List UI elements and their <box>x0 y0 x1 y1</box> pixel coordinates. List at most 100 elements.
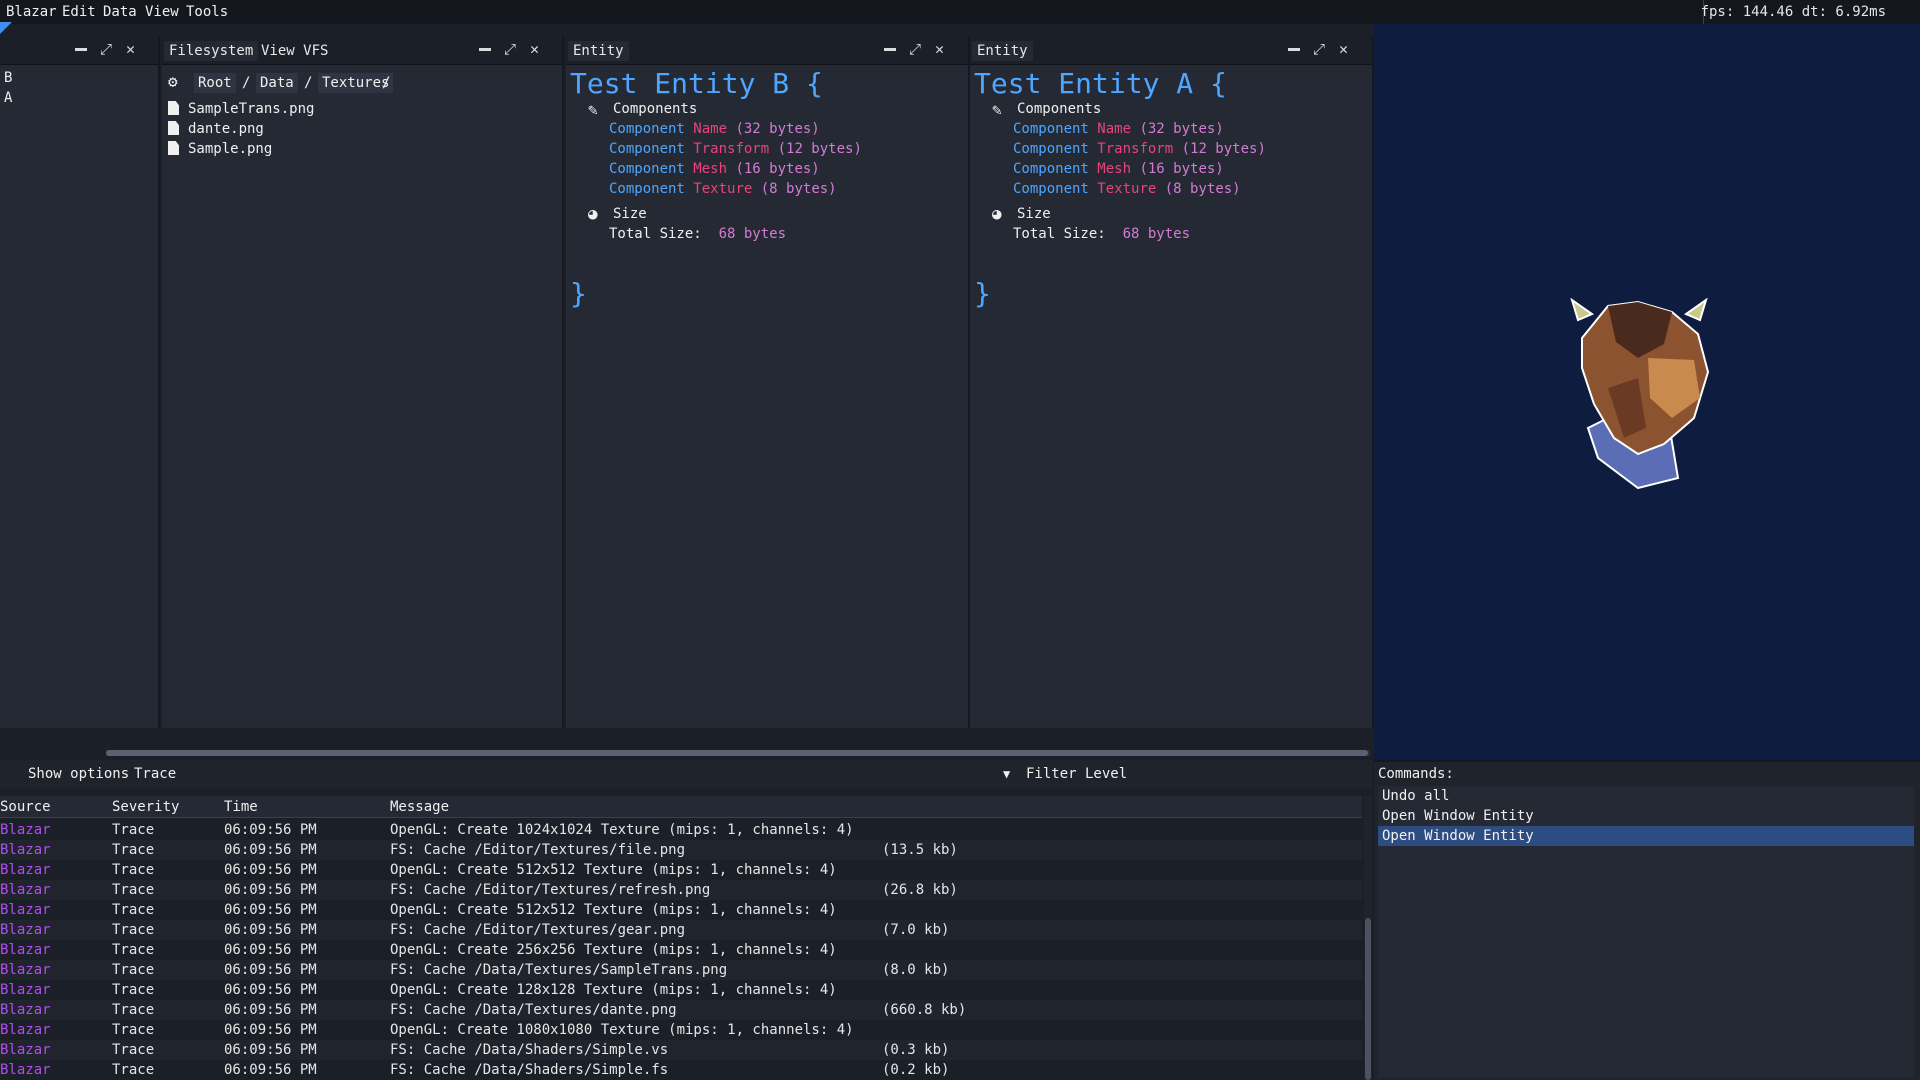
table-row[interactable]: Blazar Trace 06:09:56 PM FS: Cache /Editor/… <box>0 920 1362 940</box>
table-row[interactable]: Blazar Trace 06:09:56 PM FS: Cache /Data/Te… <box>0 960 1362 980</box>
log-table-body: Blazar Trace 06:09:56 PM OpenGL: Create 102… <box>0 818 1362 1080</box>
minimize-icon[interactable] <box>1288 48 1300 51</box>
table-row[interactable]: Blazar Trace 06:09:56 PM FS: Cache /Data/Sh… <box>0 1040 1362 1060</box>
table-row[interactable]: Blazar Trace 06:09:56 PM OpenGL: Create 256… <box>0 940 1362 960</box>
column-source[interactable]: Source <box>0 799 51 815</box>
table-row[interactable]: Blazar Trace 06:09:56 PM FS: Cache /Editor/… <box>0 880 1362 900</box>
edit-icon[interactable]: ✎ <box>992 100 1002 119</box>
log-table-header: Source Severity Time Message <box>0 796 1362 818</box>
horizontal-scrollbar-thumb[interactable] <box>106 750 1368 756</box>
table-row[interactable]: Blazar Trace 06:09:56 PM OpenGL: Create 108… <box>0 1020 1362 1040</box>
file-icon <box>168 141 179 155</box>
table-row[interactable]: Blazar Trace 06:09:56 PM OpenGL: Create 102… <box>0 820 1362 840</box>
minimize-icon[interactable] <box>884 48 896 51</box>
dock-corner-icon[interactable] <box>0 22 12 34</box>
breadcrumb-separator: / <box>242 75 251 91</box>
total-size: Total Size: 68 bytes <box>1013 226 1191 242</box>
file-name: dante.png <box>188 121 264 137</box>
menu-edit[interactable]: Edit <box>62 4 96 20</box>
outliner-item-b[interactable]: B <box>4 70 12 86</box>
table-row[interactable]: Blazar Trace 06:09:56 PM OpenGL: Create 128… <box>0 980 1362 1000</box>
menu-view[interactable]: View <box>145 4 179 20</box>
outliner-tabbar: ⤢ ✕ <box>0 36 158 65</box>
breadcrumb-root[interactable]: Root <box>194 73 236 93</box>
log-level-select[interactable]: Trace <box>134 766 176 782</box>
tab-entity[interactable]: Entity <box>972 41 1033 61</box>
command-item[interactable]: Open Window Entity <box>1378 806 1914 826</box>
maximize-icon[interactable]: ⤢ <box>504 40 516 58</box>
minimize-icon[interactable] <box>479 48 491 51</box>
log-vertical-scrollbar-thumb[interactable] <box>1365 918 1371 1080</box>
file-name: Sample.png <box>188 141 273 157</box>
maximize-icon[interactable]: ⤢ <box>1313 40 1325 58</box>
file-item[interactable]: Sample.png <box>168 141 273 157</box>
table-row[interactable]: Blazar Trace 06:09:56 PM OpenGL: Create 512… <box>0 860 1362 880</box>
maximize-icon[interactable]: ⤢ <box>909 40 921 58</box>
entity-close-brace: } <box>570 277 587 310</box>
size-header[interactable]: Size <box>1017 206 1051 222</box>
total-size: Total Size: 68 bytes <box>609 226 787 242</box>
filesystem-panel: Filesystem View VFS ⤢ ✕ ⚙ Root / Data / … <box>162 36 564 728</box>
size-header[interactable]: Size <box>613 206 647 222</box>
component-row: Component Name (32 bytes) <box>1013 121 1224 137</box>
column-time[interactable]: Time <box>224 799 258 815</box>
menu-tools[interactable]: Tools <box>186 4 228 20</box>
entity-b-tabbar: Entity ⤢ ✕ <box>566 36 968 65</box>
component-row: Component Mesh (16 bytes) <box>609 161 820 177</box>
table-row[interactable]: Blazar Trace 06:09:56 PM FS: Cache /Editor/… <box>0 840 1362 860</box>
table-row[interactable]: Blazar Trace 06:09:56 PM FS: Cache /Data/Sh… <box>0 1060 1362 1080</box>
edit-icon[interactable]: ✎ <box>588 100 598 119</box>
menu-bar: Blazar Edit Data View Tools fps: 144.46 … <box>0 0 1920 24</box>
scene-viewport[interactable] <box>1374 24 1920 760</box>
pie-chart-icon[interactable]: ◕ <box>588 204 598 223</box>
component-row: Component Name (32 bytes) <box>609 121 820 137</box>
component-row: Component Mesh (16 bytes) <box>1013 161 1224 177</box>
tab-view-vfs[interactable]: View VFS <box>256 41 333 61</box>
gear-icon[interactable]: ⚙ <box>168 72 178 91</box>
component-row: Component Transform (12 bytes) <box>609 141 862 157</box>
table-row[interactable]: Blazar Trace 06:09:56 PM OpenGL: Create 512… <box>0 900 1362 920</box>
command-item[interactable]: Undo all <box>1378 786 1914 806</box>
close-icon[interactable]: ✕ <box>126 40 135 58</box>
tab-entity[interactable]: Entity <box>568 41 629 61</box>
menu-blazar[interactable]: Blazar <box>6 4 57 20</box>
outliner-item-a[interactable]: A <box>4 90 12 106</box>
file-name: SampleTrans.png <box>188 101 315 117</box>
tab-filesystem[interactable]: Filesystem <box>164 41 259 61</box>
filesystem-tabbar: Filesystem View VFS ⤢ ✕ <box>162 36 562 65</box>
filter-dropdown-icon[interactable]: ▼ <box>1003 767 1010 781</box>
menu-data[interactable]: Data <box>103 4 137 20</box>
log-toolbar: Show options Trace ▼ Filter Level <box>0 760 1372 788</box>
entity-title: Test Entity A { <box>974 67 1227 100</box>
entity-title: Test Entity B { <box>570 67 823 100</box>
components-header[interactable]: Components <box>1017 101 1101 117</box>
component-row: Component Texture (8 bytes) <box>609 181 837 197</box>
column-message[interactable]: Message <box>390 799 449 815</box>
pie-chart-icon[interactable]: ◕ <box>992 204 1002 223</box>
minimize-icon[interactable] <box>75 48 87 51</box>
fps-readout: fps: 144.46 dt: 6.92ms <box>1700 4 1886 20</box>
filter-level-label: Filter Level <box>1026 766 1128 782</box>
file-item[interactable]: dante.png <box>168 121 264 137</box>
breadcrumb-data[interactable]: Data <box>256 73 298 93</box>
table-row[interactable]: Blazar Trace 06:09:56 PM FS: Cache /Data/Te… <box>0 1000 1362 1020</box>
close-icon[interactable]: ✕ <box>935 40 944 58</box>
outliner-panel: ⤢ ✕ B A <box>0 36 160 728</box>
component-row: Component Texture (8 bytes) <box>1013 181 1241 197</box>
entity-close-brace: } <box>974 277 991 310</box>
character-sprite <box>1570 298 1710 490</box>
close-icon[interactable]: ✕ <box>1339 40 1348 58</box>
components-header[interactable]: Components <box>613 101 697 117</box>
component-row: Component Transform (12 bytes) <box>1013 141 1266 157</box>
close-icon[interactable]: ✕ <box>530 40 539 58</box>
maximize-icon[interactable]: ⤢ <box>100 40 112 58</box>
commands-list: Undo all Open Window Entity Open Window … <box>1378 786 1914 1078</box>
file-icon <box>168 101 179 115</box>
file-item[interactable]: SampleTrans.png <box>168 101 315 117</box>
entity-a-tabbar: Entity ⤢ ✕ <box>970 36 1372 65</box>
command-item-selected[interactable]: Open Window Entity <box>1378 826 1914 846</box>
file-icon <box>168 121 179 135</box>
entity-b-panel: Entity ⤢ ✕ Test Entity B { ✎ Components … <box>566 36 970 728</box>
show-options-button[interactable]: Show options <box>28 766 129 782</box>
column-severity[interactable]: Severity <box>112 799 179 815</box>
